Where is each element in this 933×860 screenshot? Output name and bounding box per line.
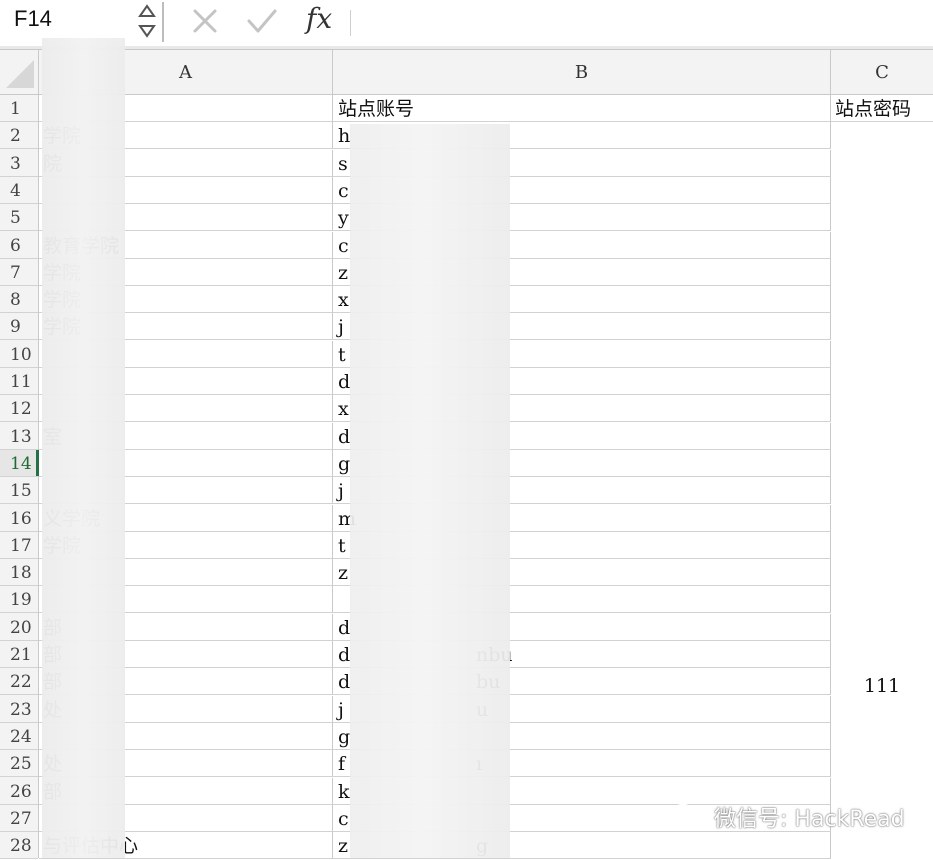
row-header-26[interactable]: 26: [0, 778, 38, 805]
formula-bar-divider: [162, 2, 164, 42]
cell-b10-text: t: [338, 344, 346, 366]
row-header-22[interactable]: 22: [0, 668, 38, 695]
cell-b8-text: x: [338, 289, 349, 311]
row-header-bar: 1 2 3 4 5 6 7 8 9 10 11 12 13 14 15 16 17 18 19 20 21 22 23 24 2…: [0, 95, 39, 859]
wechat-icon: [670, 802, 706, 832]
fx-icon[interactable]: fx: [306, 2, 332, 35]
row-header-15[interactable]: 15: [0, 477, 38, 504]
cell-b23-text: j: [338, 699, 344, 721]
cell-b6-text: c: [338, 235, 349, 257]
cell-b20-text: d: [338, 617, 351, 639]
cell-b3-text: s: [338, 153, 348, 175]
row-header-7[interactable]: 7: [0, 259, 38, 286]
row-header-13[interactable]: 13: [0, 423, 38, 450]
table-row: 站点账号 站点密码: [39, 95, 933, 122]
cell-b22-text: d: [338, 671, 351, 693]
cell-b5-text: y: [338, 207, 349, 229]
cell-b17-text: t: [338, 535, 346, 557]
row-header-11[interactable]: 11: [0, 368, 38, 395]
row-header-4[interactable]: 4: [0, 177, 38, 204]
row-header-3[interactable]: 3: [0, 150, 38, 177]
row-header-25[interactable]: 25: [0, 750, 38, 777]
cell-b21-text: d: [338, 644, 351, 666]
row-header-21[interactable]: 21: [0, 641, 38, 668]
cell-b27-text: c: [338, 808, 349, 830]
name-box[interactable]: F14: [0, 0, 160, 42]
row-header-18[interactable]: 18: [0, 559, 38, 586]
redaction-blur-column-b: [350, 124, 510, 858]
cell-b7-text: z: [338, 262, 349, 284]
row-header-16[interactable]: 16: [0, 505, 38, 532]
cell-b18-text: z: [338, 562, 349, 584]
formula-input[interactable]: [356, 6, 920, 40]
row-header-27[interactable]: 27: [0, 805, 38, 832]
column-header-bar: A B C: [0, 50, 933, 95]
row-header-10[interactable]: 10: [0, 341, 38, 368]
select-all-corner[interactable]: [0, 50, 39, 94]
cell-c21-value: 111: [863, 675, 901, 697]
row-header-20[interactable]: 20: [0, 614, 38, 641]
row-header-5[interactable]: 5: [0, 204, 38, 231]
cell-c1[interactable]: 站点密码: [831, 95, 933, 122]
cell-b12-text: x: [338, 398, 349, 420]
row-header-14[interactable]: 14: [0, 450, 39, 477]
cell-b28-text: z: [338, 835, 349, 857]
column-header-c[interactable]: C: [831, 50, 933, 94]
name-box-value[interactable]: F14: [14, 6, 52, 32]
cell-b2-text: h: [338, 125, 351, 147]
cell-b1[interactable]: 站点账号: [333, 95, 831, 122]
merged-cell-c2-c28[interactable]: 111: [831, 122, 933, 858]
row-header-6[interactable]: 6: [0, 232, 38, 259]
row-header-12[interactable]: 12: [0, 395, 38, 422]
row-header-28[interactable]: 28: [0, 832, 38, 859]
redaction-blur-column-a: [42, 38, 125, 858]
row-header-23[interactable]: 23: [0, 696, 38, 723]
row-header-17[interactable]: 17: [0, 532, 38, 559]
check-icon[interactable]: [246, 6, 278, 40]
cell-b26-text: k: [338, 781, 350, 803]
watermark-text: 微信号: HackRead: [714, 807, 905, 832]
row-header-2[interactable]: 2: [0, 122, 38, 149]
row-header-9[interactable]: 9: [0, 313, 38, 340]
x-icon[interactable]: [190, 6, 220, 40]
row-header-24[interactable]: 24: [0, 723, 38, 750]
formula-bar: F14 fx: [0, 0, 933, 47]
row-header-19[interactable]: 19: [0, 586, 38, 613]
cell-b9-text: j: [338, 316, 344, 338]
cell-b1-text: 站点账号: [338, 98, 415, 120]
cell-b4-text: c: [338, 180, 349, 202]
cell-b14-text: g: [338, 453, 351, 475]
cell-b24-text: g: [338, 726, 351, 748]
column-header-b[interactable]: B: [333, 50, 831, 94]
row-header-8[interactable]: 8: [0, 286, 38, 313]
watermark: 微信号: HackRead: [670, 800, 905, 834]
cell-b11-text: d: [338, 371, 351, 393]
name-box-stepper-icon[interactable]: [137, 2, 157, 40]
cell-b25-text: f: [338, 753, 346, 775]
cell-b13-text: d: [338, 426, 351, 448]
formula-bar-divider: [350, 10, 351, 36]
cell-b15-text: j: [338, 480, 344, 502]
row-header-1[interactable]: 1: [0, 95, 38, 122]
